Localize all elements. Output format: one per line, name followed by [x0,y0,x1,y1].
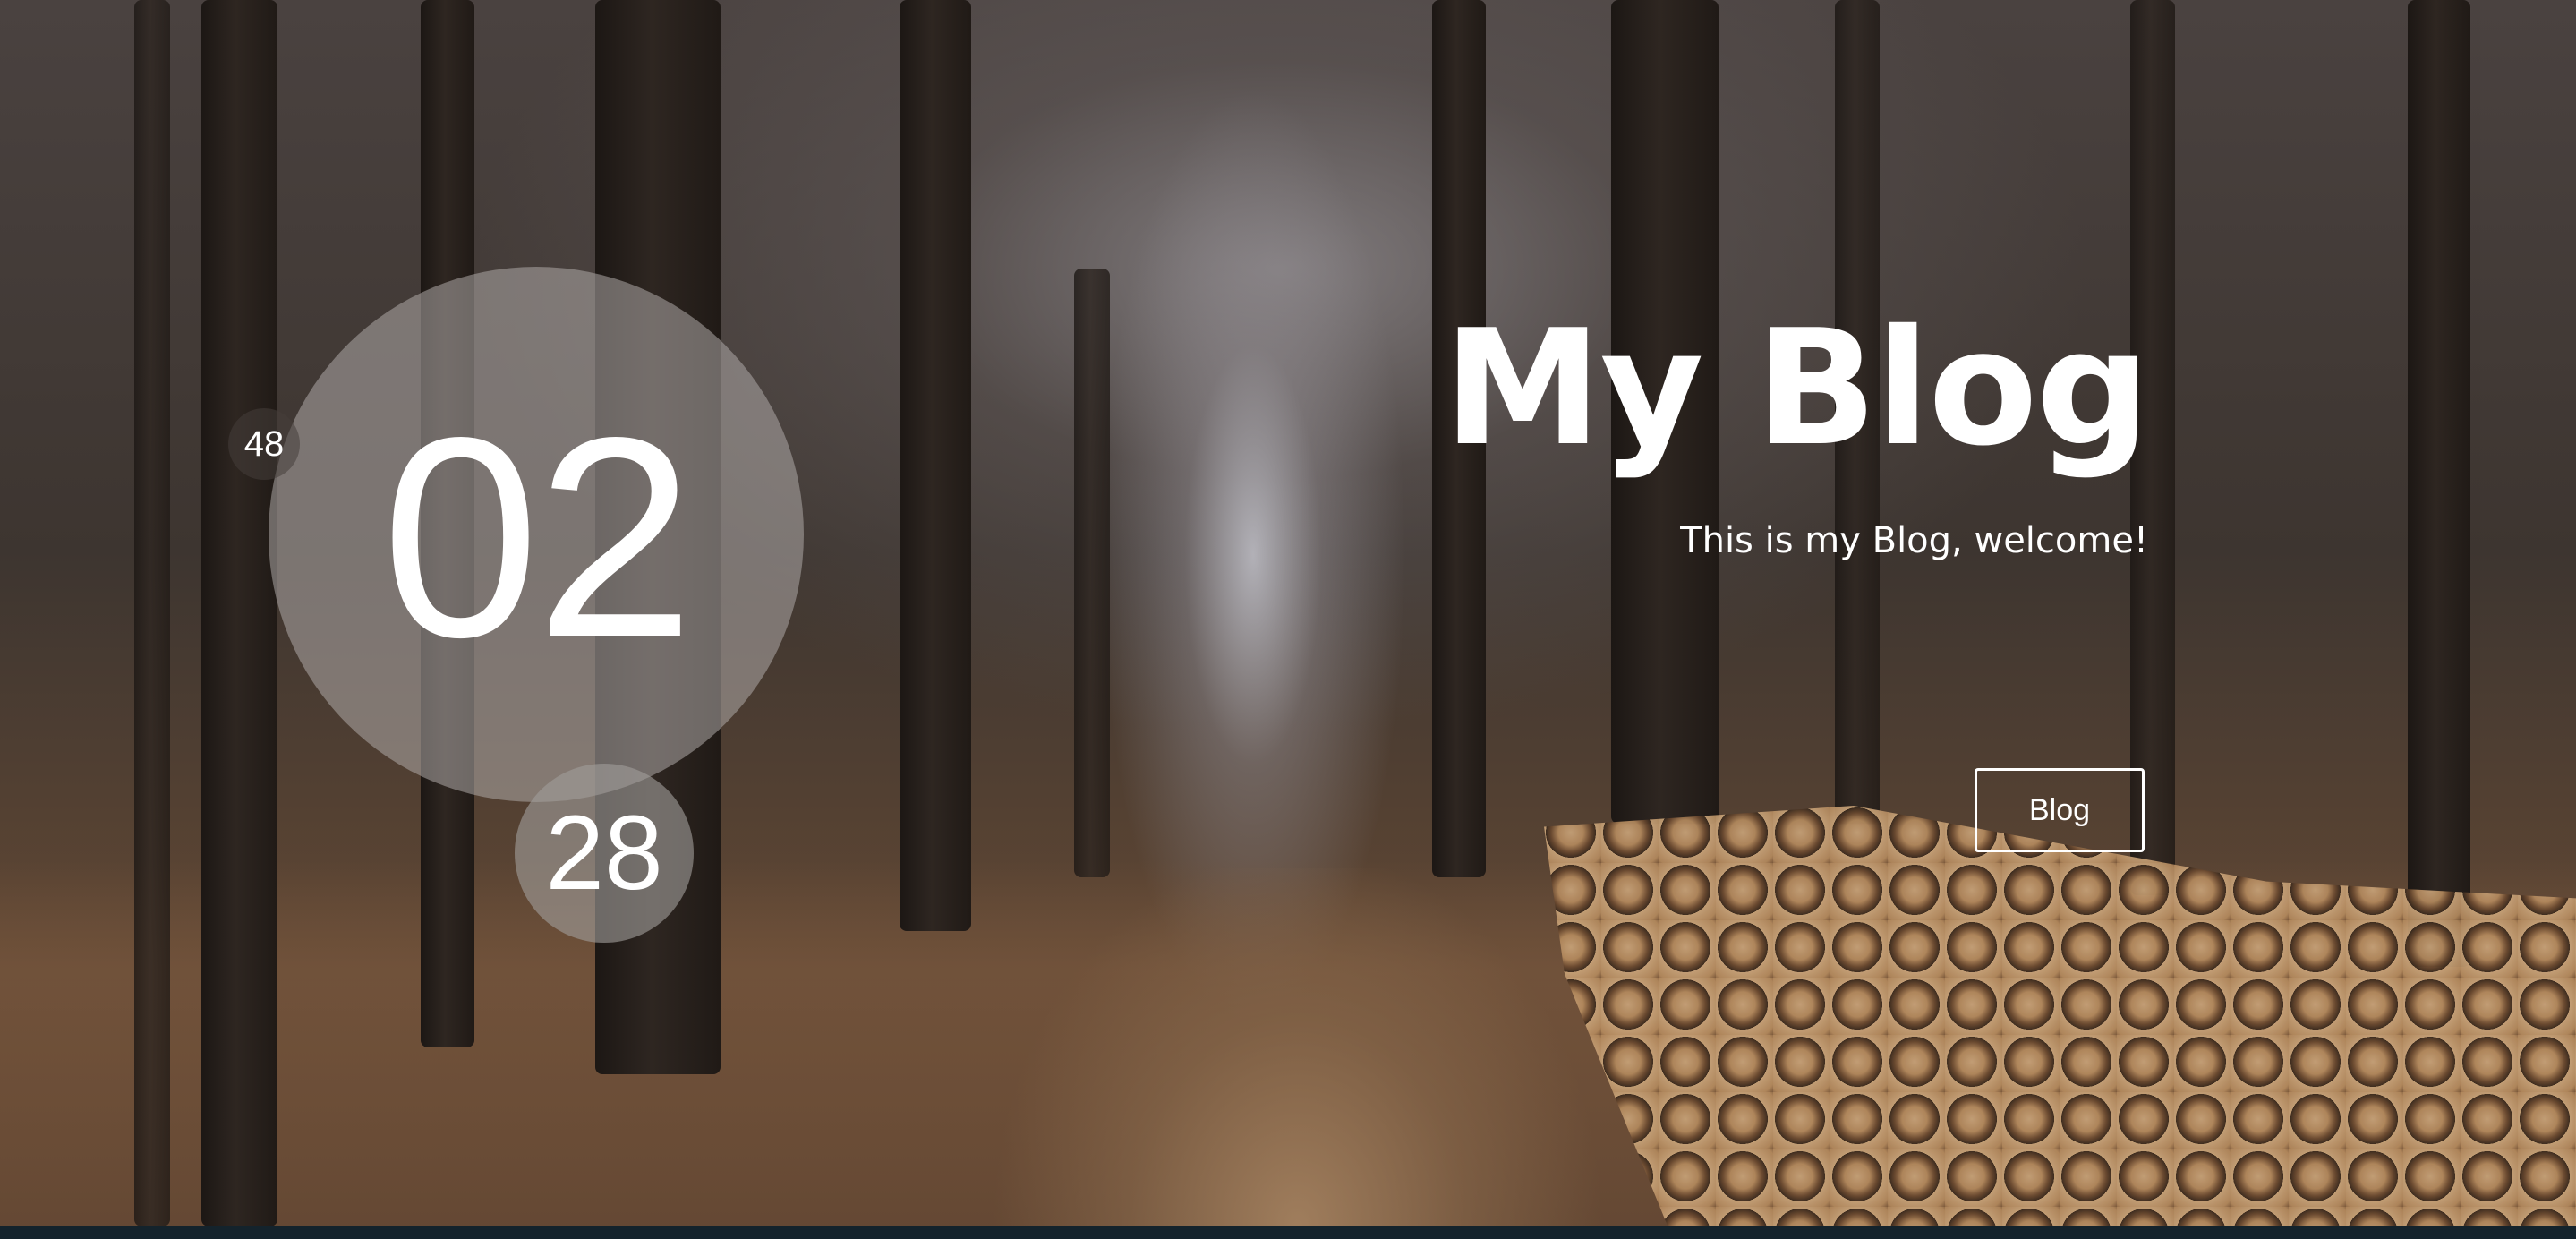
countdown-secondary-circle: 28 [515,764,694,943]
tree-trunk [900,0,971,931]
tree-trunk [1074,269,1110,877]
footer-bar [0,1226,2576,1239]
page-title: My Blog [1443,295,2150,481]
tree-trunk [2408,0,2470,967]
countdown-primary-value: 02 [381,378,695,696]
tree-trunk [201,0,277,1226]
countdown-tertiary-value: 48 [243,423,285,464]
countdown-primary-circle: 02 [269,267,804,802]
countdown-tertiary-circle: 48 [228,408,300,480]
page-subtitle: This is my Blog, welcome! [1680,520,2148,561]
countdown-secondary-value: 28 [545,794,663,912]
tree-trunk [134,0,170,1226]
forest-path [985,868,1611,1226]
blog-button[interactable]: Blog [1975,768,2145,852]
header-block: My Blog This is my Blog, welcome! [1443,295,2150,562]
